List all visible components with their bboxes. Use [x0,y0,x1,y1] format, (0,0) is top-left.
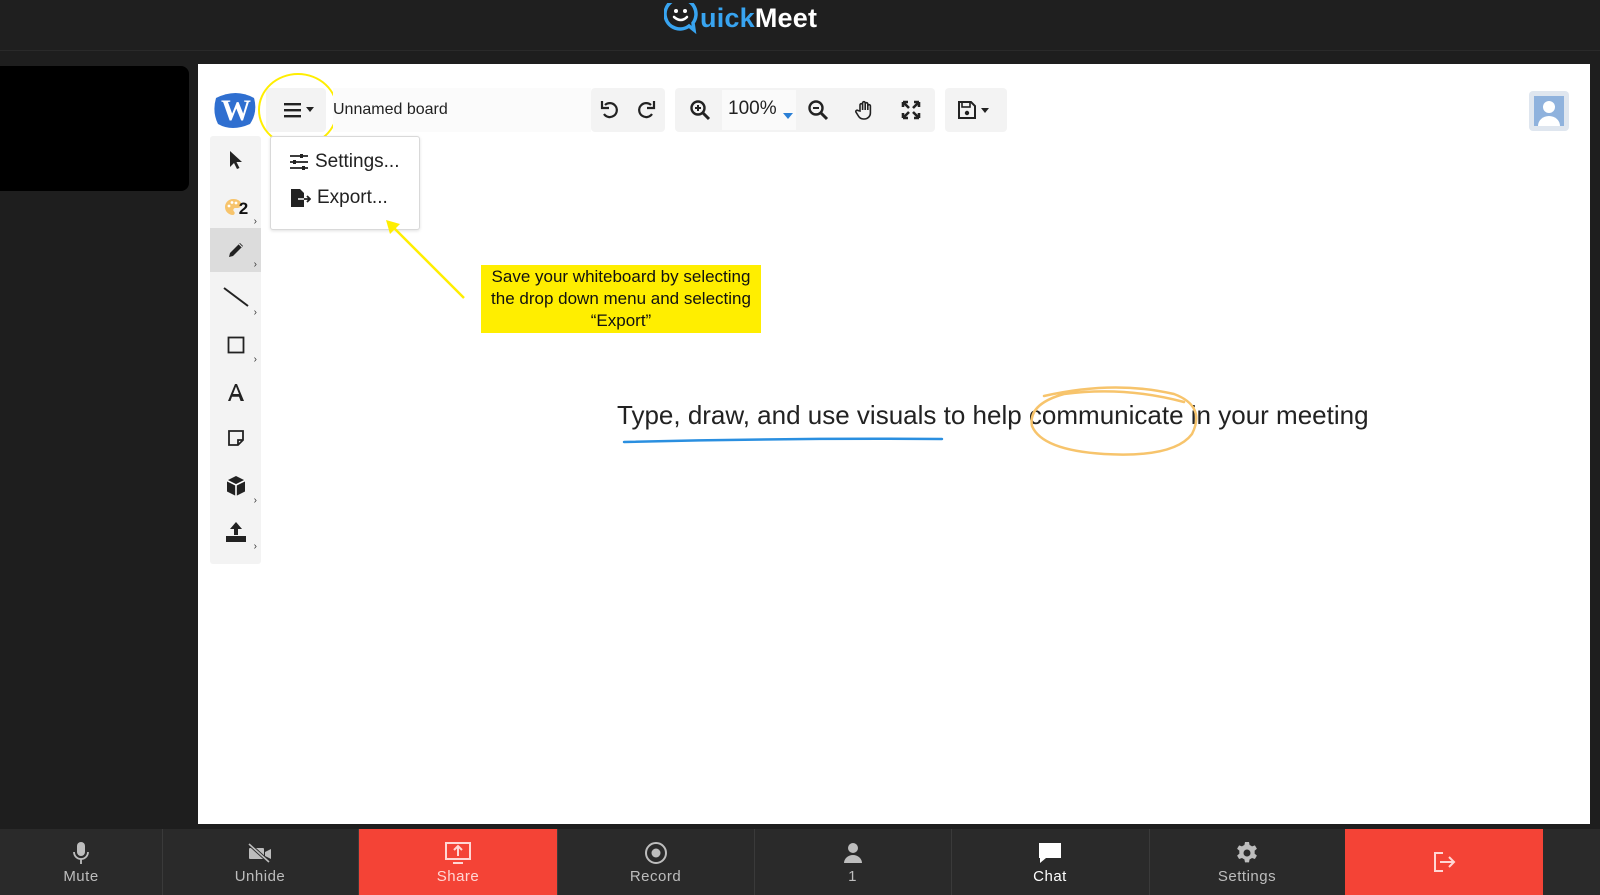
floppy-disk-icon [958,101,989,119]
file-export-icon [291,189,311,207]
expand-icon [901,100,921,120]
pencil-icon [228,243,243,257]
orange-circle-stroke [1030,386,1198,456]
chevron-right-icon: › [253,259,257,270]
redo-button[interactable] [631,95,661,125]
undo-button[interactable] [595,95,625,125]
chevron-right-icon: › [253,354,257,365]
share-label: Share [436,868,480,885]
sticky-note-icon [227,430,244,446]
logo-text-quick: uick [700,2,755,33]
record-label: Record [629,868,682,885]
quickmeet-logo: uick Meet [663,0,818,36]
leave-meeting-button[interactable] [1345,829,1543,895]
tool-upload[interactable]: › [210,510,261,554]
smiley-chat-icon [663,0,698,35]
board-name-input[interactable] [333,88,591,132]
pan-button[interactable] [850,95,880,125]
zoom-out-button[interactable] [803,95,833,125]
exit-icon [1431,848,1457,876]
participants-button[interactable]: 1 [754,829,952,895]
canvas-text-part-2: in your meeting [1183,400,1369,430]
canvas-text-line[interactable]: Type, draw, and use visuals to help comm… [617,400,1369,431]
blue-underline-stroke [622,437,944,444]
tool-pencil[interactable]: › [210,228,261,272]
square-icon [227,336,244,354]
share-screen-button[interactable]: Share [359,829,558,895]
color-count: 2 [238,199,249,218]
screen-share-icon [444,839,472,867]
zoom-out-icon [808,100,829,121]
tool-shapes[interactable]: › [210,464,261,508]
chevron-right-icon: › [253,495,257,506]
wbo-logo-icon[interactable]: W [212,88,258,130]
settings-button[interactable]: Settings [1149,829,1346,895]
chevron-right-icon: › [253,307,257,318]
annotation-callout: Save your whiteboard by selecting the dr… [481,265,761,333]
zoom-dropdown-arrow-icon [783,106,793,124]
cube-icon [226,476,245,496]
chevron-right-icon: › [253,541,257,552]
settings-label: Settings [1217,868,1277,885]
sliders-icon [290,154,308,170]
person-icon [843,839,863,867]
unhide-video-button[interactable]: Unhide [162,829,359,895]
zoom-in-icon [690,100,711,121]
chat-bubble-icon [1037,839,1063,867]
upload-icon [225,522,246,542]
unhide-label: Unhide [234,868,286,885]
logo-text-meet: Meet [754,2,818,33]
chat-label: Chat [1033,868,1067,885]
user-icon [1534,96,1564,126]
save-dropdown-button[interactable] [952,95,998,125]
tools-toolbar: 2 › › › › › › [210,136,261,564]
zoom-in-button[interactable] [685,95,715,125]
tool-rectangle[interactable]: › [210,323,261,367]
microphone-icon [73,839,89,867]
chat-button[interactable]: Chat [951,829,1150,895]
video-off-icon [247,839,273,867]
menu-item-settings[interactable]: Settings... [289,151,400,173]
chevron-right-icon: › [253,216,257,227]
menu-item-label: Export... [317,187,388,208]
fullscreen-button[interactable] [896,95,926,125]
tool-line[interactable]: › [210,276,261,320]
record-icon [644,839,668,867]
local-video-tile [0,66,189,191]
mute-label: Mute [63,868,99,885]
canvas-text-part-1: Type, draw, and use visuals to help [617,400,1029,430]
menu-item-export[interactable]: Export... [289,187,388,209]
annotation-arrow [386,220,465,299]
gear-icon [1235,839,1259,867]
record-button[interactable]: Record [557,829,755,895]
tool-select[interactable] [210,138,261,182]
menu-item-label: Settings... [315,151,400,172]
zoom-level-select[interactable]: 100% [728,98,777,120]
tool-sticky-note[interactable] [210,416,261,460]
tool-color[interactable]: 2 › [210,185,261,229]
participant-count: 1 [848,868,857,885]
undo-icon [600,101,618,119]
redo-icon [638,101,656,119]
user-avatar[interactable] [1529,91,1569,131]
line-icon [222,287,249,307]
mute-button[interactable]: Mute [0,829,163,895]
cursor-arrow-icon [229,151,242,169]
hand-icon [855,100,872,120]
text-a-icon [227,384,244,401]
tool-text[interactable] [210,370,261,414]
svg-text:W: W [221,94,251,127]
meeting-controls-bar: Mute Unhide Share Record 1 Chat Settings [0,829,1600,895]
